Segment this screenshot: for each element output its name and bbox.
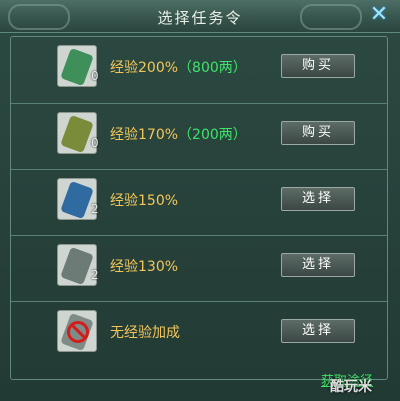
token-shape [60, 246, 94, 285]
bonus-text: 经验150% [110, 193, 179, 209]
token-shape [60, 47, 94, 86]
bonus-text: 无经验加成 [110, 325, 180, 341]
task-order-dialog: 选择任务令 ✕ 0 经验200%（800两） 购买 0 经验170%（200两）… [0, 0, 400, 401]
dialog-title: 选择任务令 [157, 9, 243, 27]
item-label: 经验200%（800两） [110, 57, 247, 77]
cost-text: （800两） [178, 60, 247, 76]
token-shape [60, 114, 94, 153]
bonus-text: 经验200% [110, 60, 179, 76]
list-item-exp-200: 0 经验200%（800两） 购买 [11, 37, 387, 97]
prohibited-icon [67, 321, 89, 343]
item-count: 2 [91, 268, 99, 282]
no-bonus-icon [57, 310, 97, 352]
item-label: 经验170%（200两） [110, 124, 247, 144]
list-item-exp-150: 2 经验150% 选择 [11, 169, 387, 229]
item-label: 无经验加成 [110, 322, 180, 342]
bonus-text: 经验130% [110, 259, 179, 275]
close-icon[interactable]: ✕ [368, 4, 390, 26]
title-bar: 选择任务令 ✕ [0, 0, 400, 33]
cost-text: （200两） [178, 127, 247, 143]
item-label: 经验130% [110, 256, 178, 276]
buy-button[interactable]: 购买 [281, 121, 355, 145]
select-button[interactable]: 选择 [281, 319, 355, 343]
list-item-no-bonus: 无经验加成 选择 [11, 301, 387, 361]
watermark-logo: 酷玩米 [330, 379, 372, 395]
item-label: 经验150% [110, 190, 178, 210]
select-button[interactable]: 选择 [281, 253, 355, 277]
bonus-text: 经验170% [110, 127, 179, 143]
item-count: 0 [91, 69, 99, 83]
select-button[interactable]: 选择 [281, 187, 355, 211]
list-item-exp-170: 0 经验170%（200两） 购买 [11, 103, 387, 163]
list-item-exp-130: 2 经验130% 选择 [11, 235, 387, 295]
item-count: 2 [91, 202, 99, 216]
buy-button[interactable]: 购买 [281, 54, 355, 78]
token-shape [60, 180, 94, 219]
item-count: 0 [91, 136, 99, 150]
